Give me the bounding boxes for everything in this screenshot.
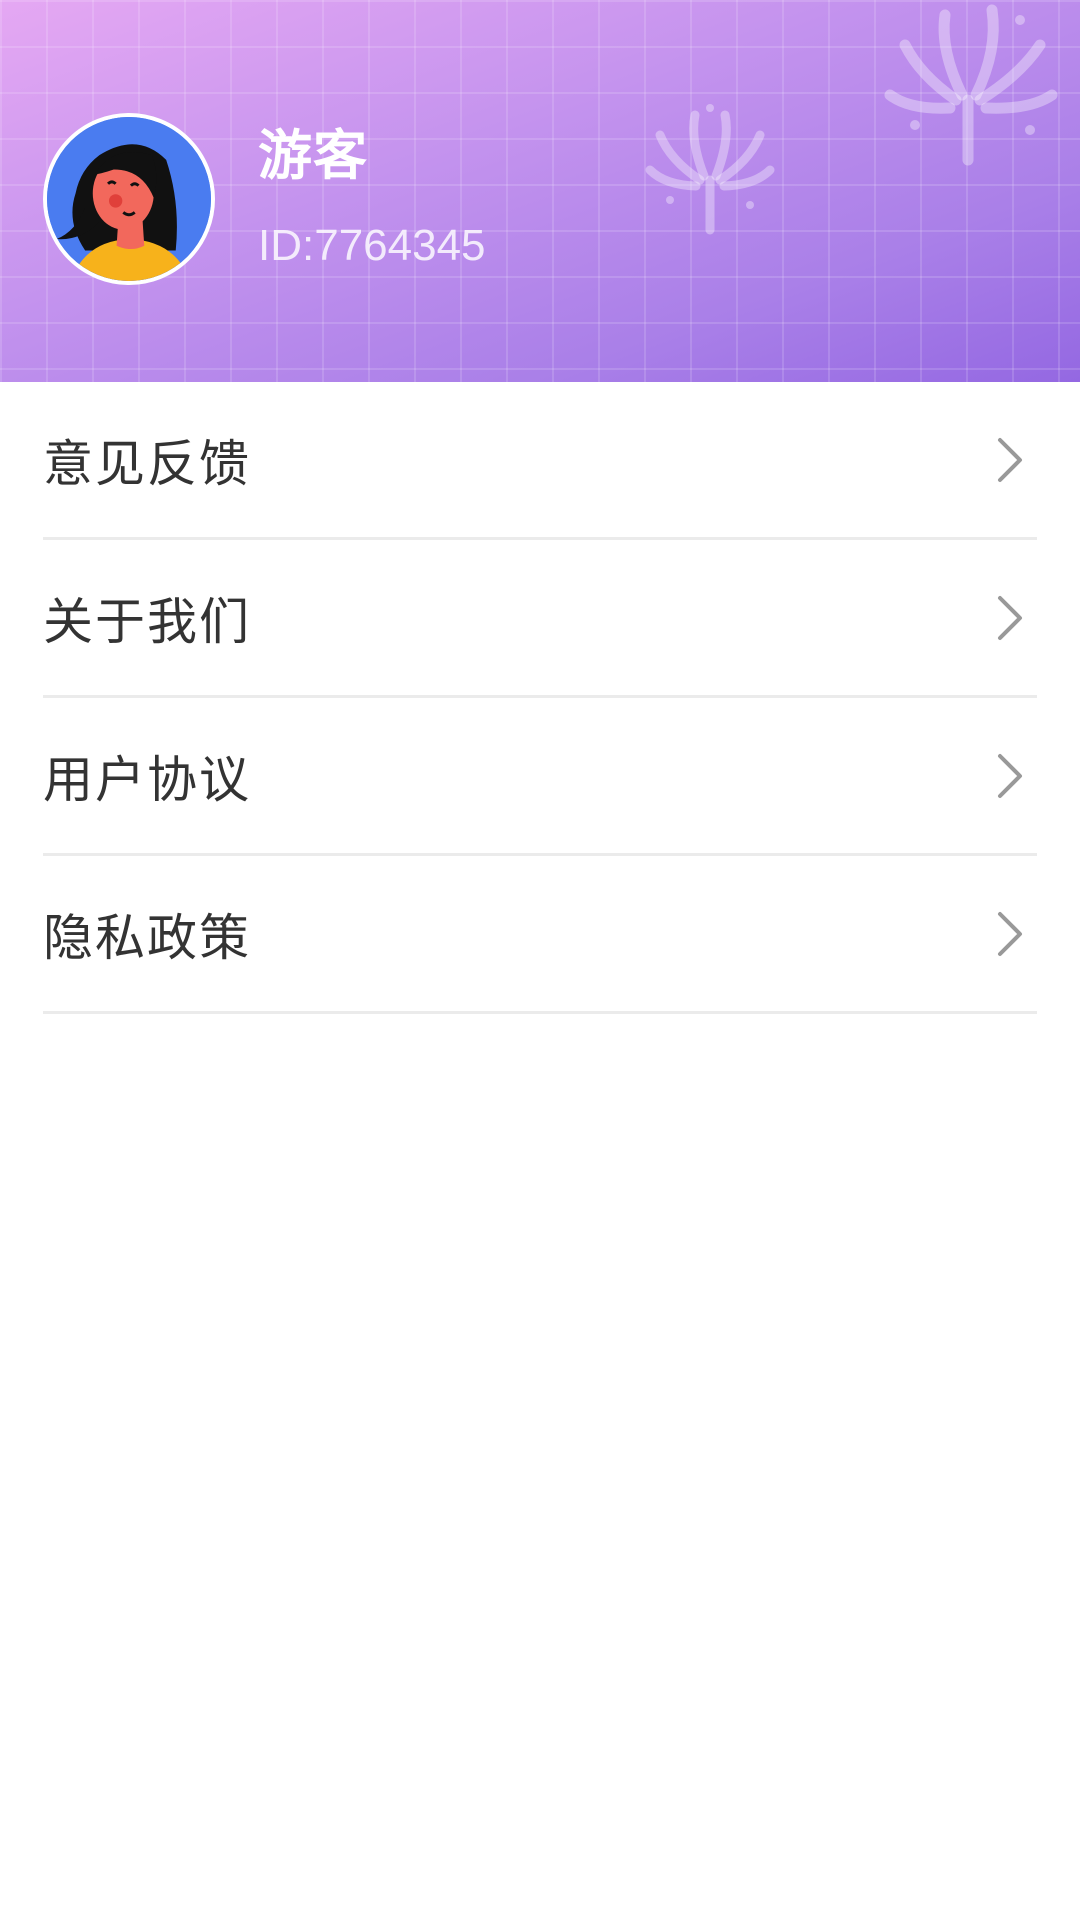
menu-item-privacy-policy[interactable]: 隐私政策 <box>43 856 1037 1014</box>
menu-item-label: 意见反馈 <box>43 434 251 493</box>
user-id: ID:7764345 <box>258 221 486 270</box>
chevron-right-icon <box>998 437 1022 482</box>
chevron-right-icon <box>998 911 1022 956</box>
menu-item-user-agreement[interactable]: 用户协议 <box>43 698 1037 856</box>
firework-icon <box>884 4 1058 166</box>
chevron-right-icon <box>998 595 1022 640</box>
chevron-right-icon <box>998 753 1022 798</box>
menu-item-label: 隐私政策 <box>43 908 251 967</box>
avatar-woman-icon <box>47 117 211 281</box>
menu-item-about-us[interactable]: 关于我们 <box>43 540 1037 698</box>
menu-item-label: 用户协议 <box>43 750 251 809</box>
settings-menu: 意见反馈 关于我们 用户协议 隐私政策 <box>0 382 1080 1014</box>
profile-header: 游客 ID:7764345 <box>0 0 1080 382</box>
firework-icon <box>645 104 775 235</box>
menu-item-label: 关于我们 <box>43 592 251 651</box>
username: 游客 <box>258 124 368 187</box>
menu-item-feedback[interactable]: 意见反馈 <box>43 382 1037 540</box>
avatar[interactable] <box>43 113 215 285</box>
